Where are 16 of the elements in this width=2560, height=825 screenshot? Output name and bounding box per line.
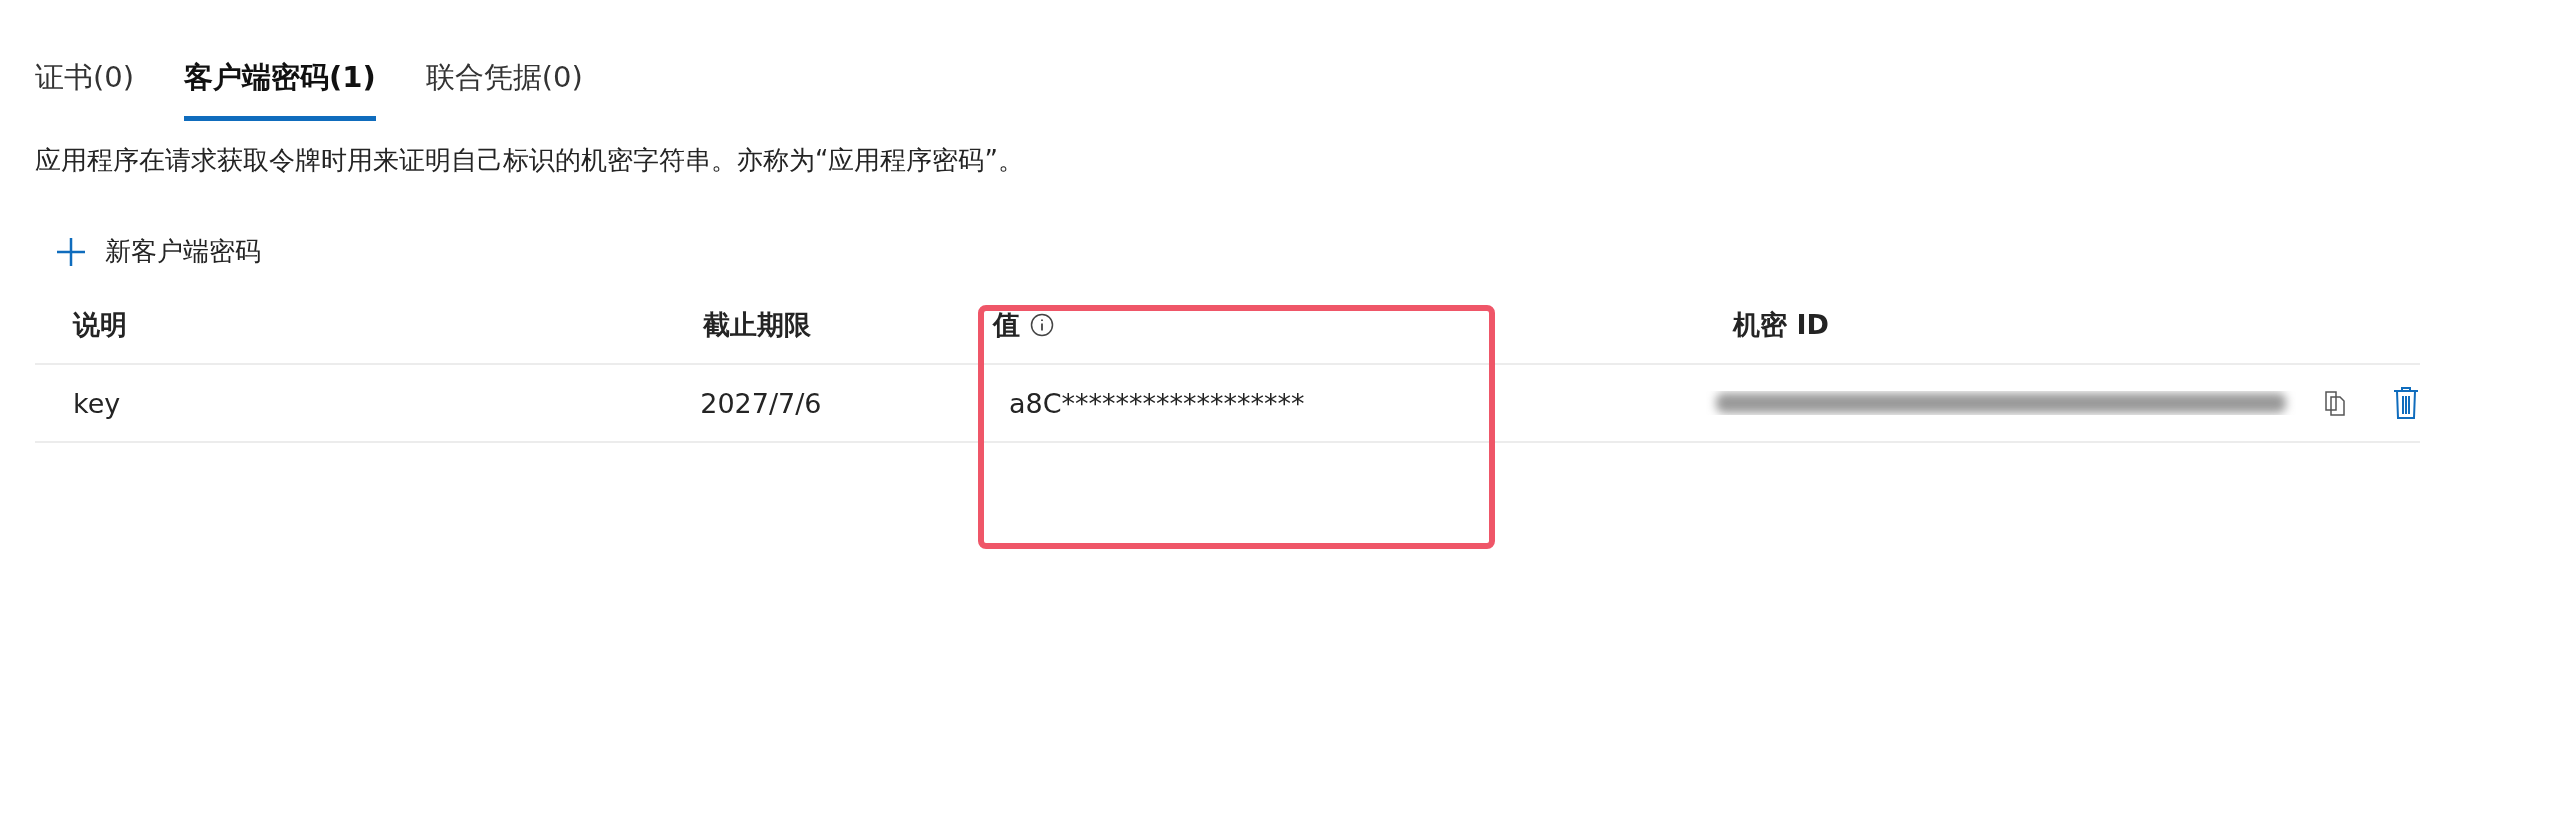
column-header: 截止期限 [703, 308, 811, 342]
column-header: 值 [993, 308, 1020, 342]
trash-icon[interactable] [2392, 386, 2420, 420]
plus-icon [55, 235, 87, 268]
table-cell-text: a8C****************** [1007, 387, 1305, 419]
column-header: 说明 [73, 308, 127, 342]
tab[interactable]: 联合凭据(0) [425, 58, 583, 121]
table-cell: key [73, 387, 121, 419]
info-icon [1030, 313, 1054, 337]
table-cell: 2027/7/6 [700, 387, 822, 419]
tab[interactable]: 客户端密码(1) [184, 58, 376, 121]
column-header: 机密 ID [1733, 308, 1829, 342]
tab[interactable]: 证书(0) [35, 58, 135, 121]
new-secret-button[interactable]: 新客户端密码 [55, 234, 261, 269]
copy-icon[interactable] [2323, 389, 2347, 417]
description-text: 应用程序在请求获取令牌时用来证明自己标识的机密字符串。亦称为“应用程序密码”。 [35, 144, 1025, 177]
